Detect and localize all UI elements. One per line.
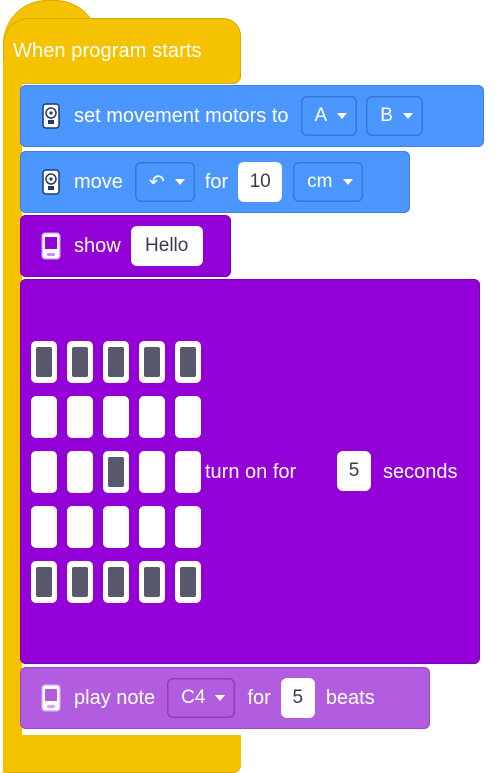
motor-port-2-value: B xyxy=(380,105,393,126)
set-movement-motors-label: set movement motors to xyxy=(74,104,289,127)
led-pixel-r3-c4[interactable] xyxy=(175,506,201,548)
hub-light-matrix-icon xyxy=(40,231,62,261)
unit-dropdown[interactable]: cm xyxy=(293,162,363,202)
led-pixel-r0-c0[interactable] xyxy=(31,341,57,383)
chevron-down-icon xyxy=(402,113,413,119)
chevron-down-icon xyxy=(174,179,185,185)
chevron-down-icon xyxy=(337,113,348,119)
unit-value: cm xyxy=(307,171,333,192)
light-matrix-grid[interactable] xyxy=(31,341,211,606)
led-pixel-r4-c2[interactable] xyxy=(103,561,129,603)
note-value: C4 xyxy=(181,687,206,708)
led-pixel-r1-c3[interactable] xyxy=(139,396,165,438)
play-note-for-label: for xyxy=(247,686,271,709)
play-note-label: play note xyxy=(74,686,156,709)
motor-port-1-dropdown[interactable]: A xyxy=(300,96,358,136)
led-pixel-r4-c1[interactable] xyxy=(67,561,93,603)
distance-input[interactable]: 10 xyxy=(238,162,283,202)
turn-on-matrix-block[interactable]: turn on for 5 seconds xyxy=(20,279,480,664)
hub-sound-icon xyxy=(40,683,62,713)
led-pixel-r1-c0[interactable] xyxy=(31,396,57,438)
code-canvas: When program starts set movement motors … xyxy=(0,0,495,773)
led-pixel-r3-c3[interactable] xyxy=(139,506,165,548)
led-pixel-r1-c1[interactable] xyxy=(67,396,93,438)
show-text-block[interactable]: show Hello xyxy=(20,215,231,277)
set-movement-motors-block[interactable]: set movement motors to A B xyxy=(20,85,484,147)
event-block-title: When program starts xyxy=(13,40,202,62)
chevron-down-icon xyxy=(215,695,226,701)
led-pixel-r0-c1[interactable] xyxy=(67,341,93,383)
seconds-label: seconds xyxy=(383,461,458,483)
play-note-block[interactable]: play note C4 for 5 beats xyxy=(20,667,430,729)
direction-dropdown[interactable]: ↶ xyxy=(134,162,195,202)
show-label: show xyxy=(74,234,121,257)
hat-block-footer xyxy=(3,735,241,773)
led-pixel-r4-c4[interactable] xyxy=(175,561,201,603)
led-pixel-r3-c1[interactable] xyxy=(67,506,93,548)
led-pixel-r2-c1[interactable] xyxy=(67,451,93,493)
rotate-left-icon: ↶ xyxy=(148,171,165,193)
motor-pair-icon xyxy=(40,167,62,197)
led-pixel-r1-c4[interactable] xyxy=(175,396,201,438)
motor-port-1-value: A xyxy=(314,105,328,126)
led-pixel-r2-c2[interactable] xyxy=(103,451,129,493)
beats-label: beats xyxy=(325,686,375,709)
led-pixel-r1-c2[interactable] xyxy=(103,396,129,438)
note-dropdown[interactable]: C4 xyxy=(167,678,236,718)
led-pixel-r2-c0[interactable] xyxy=(31,451,57,493)
motor-pair-icon xyxy=(40,101,62,131)
motor-port-2-dropdown[interactable]: B xyxy=(366,96,423,136)
led-pixel-r2-c4[interactable] xyxy=(175,451,201,493)
move-block[interactable]: move ↶ for 10 cm xyxy=(20,151,410,213)
chevron-down-icon xyxy=(342,179,353,185)
show-text-input[interactable]: Hello xyxy=(130,226,203,266)
led-pixel-r0-c4[interactable] xyxy=(175,341,201,383)
beats-input[interactable]: 5 xyxy=(280,678,315,718)
turn-on-for-label: turn on for xyxy=(205,461,297,483)
led-pixel-r3-c2[interactable] xyxy=(103,506,129,548)
led-pixel-r2-c3[interactable] xyxy=(139,451,165,493)
move-for-label: for xyxy=(204,170,229,193)
led-pixel-r0-c2[interactable] xyxy=(103,341,129,383)
led-pixel-r0-c3[interactable] xyxy=(139,341,165,383)
led-pixel-r4-c3[interactable] xyxy=(139,561,165,603)
led-pixel-r4-c0[interactable] xyxy=(31,561,57,603)
seconds-input[interactable]: 5 xyxy=(337,451,371,491)
led-pixel-r3-c0[interactable] xyxy=(31,506,57,548)
move-label: move xyxy=(74,170,123,193)
